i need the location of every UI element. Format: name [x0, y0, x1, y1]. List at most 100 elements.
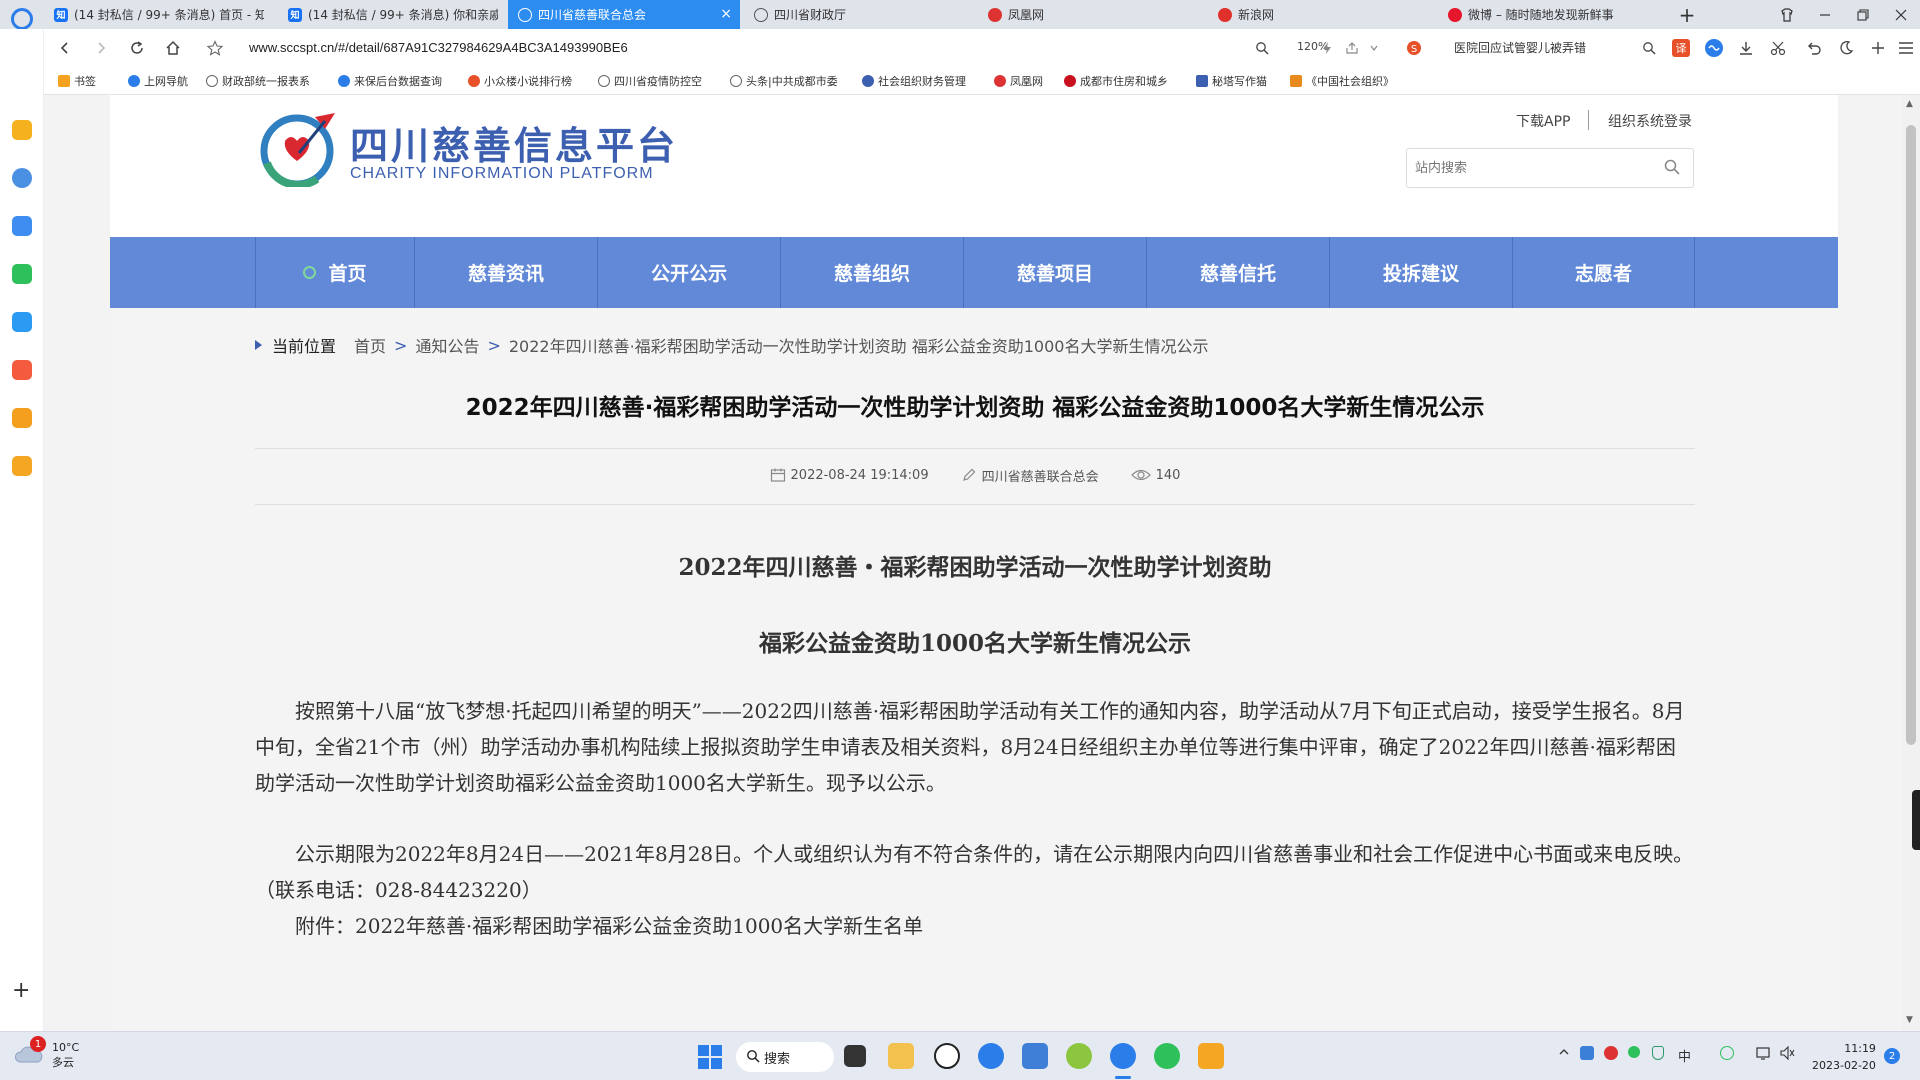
scrollbar-thumb[interactable] [1906, 125, 1916, 745]
attachment-paragraph[interactable]: 附件：2022年慈善·福彩帮困助学福彩公益金资助1000名大学新生名单 [255, 908, 1695, 944]
forward-button[interactable] [90, 37, 112, 59]
minimize-button[interactable] [1806, 0, 1844, 29]
night-mode-moon-icon[interactable] [1836, 38, 1856, 58]
system-clock[interactable]: 11:19 2023-02-20 [1812, 1040, 1876, 1074]
nav-item-home[interactable]: 首页 [255, 237, 414, 308]
tab-sichuan-finance[interactable]: 四川省财政厅 [744, 0, 974, 29]
sina-favicon-icon [1218, 7, 1232, 22]
site-logo-title[interactable]: 四川慈善信息平台 [350, 115, 678, 170]
add-icon[interactable] [1868, 38, 1888, 58]
taskbar-search-button[interactable]: 搜索 [736, 1042, 834, 1072]
translate-icon[interactable]: 译 [1671, 38, 1691, 58]
bookmark-item[interactable]: 头条|中共成都市委 [730, 73, 838, 89]
scroll-up-arrow-icon[interactable]: ▲ [1906, 99, 1913, 109]
bookmark-star-icon[interactable] [204, 37, 226, 59]
vertical-scrollbar[interactable]: ▲ ▼ [1902, 95, 1920, 1031]
nav-item-announcements[interactable]: 公开公示 [597, 237, 780, 308]
chevron-down-icon[interactable] [1364, 38, 1384, 58]
tray-shield-icon[interactable] [1652, 1046, 1664, 1064]
ime-indicator[interactable]: 中 [1678, 1046, 1691, 1065]
nav-item-news[interactable]: 慈善资讯 [414, 237, 597, 308]
download-icon[interactable] [1736, 38, 1756, 58]
side-float-handle[interactable] [1912, 790, 1920, 850]
notes-icon[interactable] [12, 456, 32, 476]
restore-button[interactable] [1844, 0, 1882, 29]
tab-sichuan-charity[interactable]: 四川省慈善联合总会 × [508, 0, 740, 29]
bookmark-item[interactable]: 书签 [58, 73, 96, 89]
game-icon[interactable] [12, 216, 32, 236]
bookmark-item[interactable]: 秘塔写作猫 [1196, 73, 1267, 89]
bookmark-item[interactable]: 四川省疫情防控空 [598, 73, 702, 89]
extension-icon[interactable] [1704, 38, 1724, 58]
lightning-icon[interactable] [1317, 38, 1337, 58]
bookmark-item[interactable]: 财政部统一报表系 [206, 73, 310, 89]
close-tab-icon[interactable]: × [720, 7, 732, 21]
tray-sogou-icon[interactable] [1720, 1046, 1734, 1064]
nav-item-projects[interactable]: 慈善项目 [963, 237, 1146, 308]
network-icon[interactable] [1756, 1046, 1772, 1064]
menu-icon[interactable] [1896, 38, 1916, 58]
browser-taskbar-icon[interactable] [1110, 1043, 1136, 1069]
bookmark-item[interactable]: 上网导航 [128, 73, 188, 89]
site-search-input[interactable] [1415, 158, 1655, 178]
windows-start-icon[interactable] [698, 1045, 722, 1069]
breadcrumb-home[interactable]: 首页 [354, 333, 386, 357]
share-icon[interactable] [1342, 38, 1362, 58]
tab-zhihu-home[interactable]: 知 (14 封私信 / 99+ 条消息) 首页 - 知 [44, 0, 274, 29]
file-explorer-icon[interactable] [888, 1043, 914, 1069]
task-view-icon[interactable] [844, 1045, 866, 1067]
tray-qq-icon[interactable] [1604, 1046, 1618, 1064]
tray-app-icon[interactable] [1580, 1046, 1594, 1064]
search-icon[interactable] [1663, 158, 1681, 176]
add-sidebar-icon[interactable]: + [12, 980, 30, 1002]
notification-badge[interactable]: 2 [1884, 1048, 1900, 1064]
home-button[interactable] [162, 37, 184, 59]
scroll-down-arrow-icon[interactable]: ▼ [1906, 1015, 1913, 1025]
nav-item-organizations[interactable]: 慈善组织 [780, 237, 963, 308]
bookmark-item[interactable]: 《中国社会组织》 [1290, 73, 1394, 89]
bookmark-item[interactable]: 来保后台数据查询 [338, 73, 442, 89]
volume-icon[interactable] [1780, 1045, 1796, 1064]
translate-sidebar-icon[interactable] [12, 312, 32, 332]
favorites-star-icon[interactable] [12, 120, 32, 140]
search-engine-input[interactable]: 医院回应试管婴儿被弄错 [1454, 39, 1634, 56]
download-app-link[interactable]: 下载APP [1516, 111, 1570, 131]
tray-green-icon[interactable] [1628, 1046, 1640, 1062]
nav-item-trusts[interactable]: 慈善信托 [1146, 237, 1329, 308]
tab-zhihu-question[interactable]: 知 (14 封私信 / 99+ 条消息) 你和亲戚 [278, 0, 508, 29]
url-field[interactable]: www.sccspt.cn/#/detail/687A91C327984629A… [249, 40, 628, 55]
bookmark-item[interactable]: 社会组织财务管理 [862, 73, 966, 89]
history-clock-icon[interactable] [12, 168, 32, 188]
tab-sina[interactable]: 新浪网 [1208, 0, 1438, 29]
mail-icon[interactable] [1022, 1043, 1048, 1069]
tab-ifeng[interactable]: 凤凰网 [978, 0, 1208, 29]
app-td-icon[interactable] [1198, 1043, 1224, 1069]
weather-widget[interactable]: 10°C 多云 [14, 1040, 79, 1070]
nav-item-complaints[interactable]: 投拆建议 [1329, 237, 1512, 308]
bookmark-item[interactable]: 小众楼小说排行榜 [468, 73, 572, 89]
chevron-up-icon[interactable] [1558, 1046, 1570, 1062]
undo-icon[interactable] [1804, 38, 1824, 58]
breadcrumb-notices[interactable]: 通知公告 [415, 333, 479, 357]
search-sidebar-icon[interactable] [12, 408, 32, 428]
new-tab-button[interactable]: + [1668, 0, 1706, 29]
search-icon[interactable] [1639, 38, 1659, 58]
org-login-link[interactable]: 组织系统登录 [1608, 111, 1692, 131]
back-button[interactable] [54, 37, 76, 59]
zoom-icon[interactable] [1252, 38, 1272, 58]
weibo-sidebar-icon[interactable] [12, 360, 32, 380]
bookmark-item[interactable]: 凤凰网 [994, 73, 1043, 89]
app-arrow-icon[interactable] [978, 1043, 1004, 1069]
bookmark-item[interactable]: 成都市住房和城乡 [1064, 73, 1168, 89]
tab-weibo[interactable]: 微博 – 随时随地发现新鲜事 [1438, 0, 1668, 29]
shirt-skin-icon[interactable] [1768, 0, 1806, 29]
wechat-icon[interactable] [12, 264, 32, 284]
wechat-taskbar-icon[interactable] [1154, 1043, 1180, 1069]
app-green-icon[interactable] [1066, 1043, 1092, 1069]
screenshot-scissors-icon[interactable] [1769, 38, 1789, 58]
sogou-search-engine-icon[interactable]: S [1404, 38, 1424, 58]
close-window-button[interactable] [1882, 0, 1920, 29]
nav-item-volunteers[interactable]: 志愿者 [1512, 237, 1695, 308]
reload-button[interactable] [126, 37, 148, 59]
dell-icon[interactable] [934, 1043, 960, 1069]
